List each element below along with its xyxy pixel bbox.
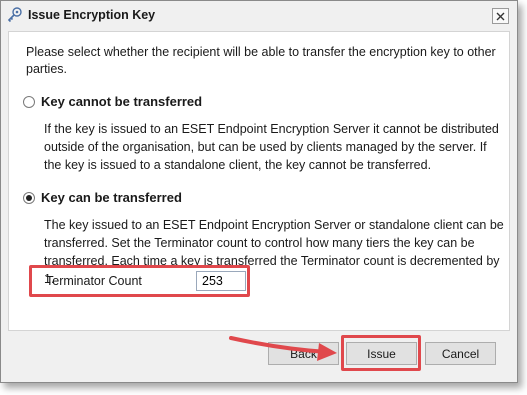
issue-encryption-key-dialog: Issue Encryption Key Please select wheth…: [0, 0, 518, 383]
annotation-arrow: [229, 336, 337, 361]
